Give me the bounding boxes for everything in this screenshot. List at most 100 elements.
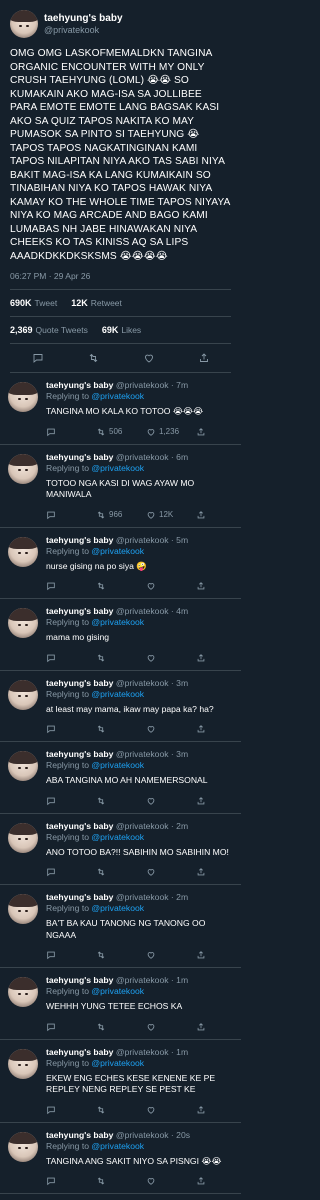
replying-to-link[interactable]: @privatekook	[91, 903, 144, 913]
retweet-button[interactable]	[96, 1105, 146, 1115]
share-button[interactable]	[196, 510, 209, 520]
reply-button[interactable]	[46, 724, 96, 734]
likes-stat[interactable]: 69K Likes	[102, 325, 141, 335]
reply-button[interactable]	[46, 1105, 96, 1115]
avatar[interactable]	[8, 453, 38, 484]
author-handle[interactable]: @privatekook	[116, 678, 169, 688]
retweets-stat[interactable]: 12K Retweet	[71, 298, 122, 308]
author-name[interactable]: taehyung's baby	[46, 678, 116, 688]
like-button[interactable]	[146, 581, 196, 591]
reply-button[interactable]	[46, 1022, 96, 1032]
reply-tweet[interactable]: taehyung's baby @privatekook · 3m Replyi…	[0, 742, 241, 814]
retweet-button[interactable]	[96, 796, 146, 806]
like-button[interactable]	[146, 1022, 196, 1032]
reply-button[interactable]	[46, 950, 96, 960]
reply-button[interactable]	[46, 581, 96, 591]
reply-button[interactable]	[46, 867, 96, 877]
author-name[interactable]: taehyung's baby	[46, 380, 116, 390]
reply-button[interactable]	[46, 427, 96, 437]
replying-to-link[interactable]: @privatekook	[91, 391, 144, 401]
replying-to-link[interactable]: @privatekook	[91, 1141, 144, 1151]
author-name[interactable]: taehyung's baby	[46, 1130, 116, 1140]
avatar[interactable]	[8, 679, 38, 710]
author-handle[interactable]: @privatekook	[116, 975, 169, 985]
like-button[interactable]: 12K	[146, 510, 196, 520]
replying-to-link[interactable]: @privatekook	[91, 617, 144, 627]
share-button[interactable]	[196, 653, 209, 663]
reply-tweet[interactable]: taehyung's baby @privatekook · 5m Replyi…	[0, 528, 241, 599]
author-handle[interactable]: @privatekook	[116, 892, 169, 902]
quote-tweets-stat[interactable]: 2,369 Quote Tweets	[10, 325, 88, 335]
like-button[interactable]	[146, 724, 196, 734]
avatar[interactable]	[8, 1048, 38, 1079]
avatar[interactable]	[8, 977, 38, 1007]
avatar[interactable]	[8, 1131, 38, 1162]
reply-tweet[interactable]: taehyung's baby @privatekook · 2m Replyi…	[0, 814, 241, 885]
comment-icon[interactable]	[32, 352, 44, 364]
share-button[interactable]	[196, 1176, 209, 1186]
retweet-button[interactable]	[96, 581, 146, 591]
like-button[interactable]	[146, 1176, 196, 1186]
avatar[interactable]	[8, 751, 38, 781]
author-name[interactable]: taehyung's baby	[46, 975, 116, 985]
author-handle[interactable]: @privatekook	[116, 535, 169, 545]
retweet-icon[interactable]	[87, 352, 100, 364]
share-button[interactable]	[196, 581, 209, 591]
author-handle[interactable]: @privatekook	[116, 606, 169, 616]
reply-tweet[interactable]: taehyung's baby @privatekook · 20s Reply…	[0, 1123, 241, 1194]
reply-tweet[interactable]: taehyung's baby @privatekook · 6m Replyi…	[0, 445, 241, 528]
reply-tweet[interactable]: taehyung's baby @privatekook · 1m Replyi…	[0, 968, 241, 1040]
heart-icon[interactable]	[143, 352, 155, 364]
reply-tweet[interactable]: taehyung's baby @privatekook · 3m Replyi…	[0, 671, 241, 742]
reply-tweet[interactable]: taehyung's baby @privatekook · 2m Replyi…	[0, 885, 241, 968]
like-button[interactable]	[146, 867, 196, 877]
author-name[interactable]: taehyung's baby	[46, 535, 116, 545]
reply-tweet[interactable]: taehyung's baby @privatekook · 7m Replyi…	[0, 373, 241, 445]
retweet-button[interactable]	[96, 724, 146, 734]
retweet-button[interactable]	[96, 950, 146, 960]
share-button[interactable]	[196, 867, 209, 877]
author-name[interactable]: taehyung's baby	[46, 749, 116, 759]
author-name[interactable]: taehyung's baby	[46, 1047, 116, 1057]
author-handle[interactable]: @privatekook	[116, 749, 169, 759]
like-button[interactable]	[146, 653, 196, 663]
share-button[interactable]	[196, 1022, 209, 1032]
author-handle[interactable]: @privatekook	[116, 452, 169, 462]
share-icon[interactable]	[198, 352, 210, 364]
reply-button[interactable]	[46, 510, 96, 520]
retweet-button[interactable]	[96, 1176, 146, 1186]
author-name[interactable]: taehyung's baby	[46, 892, 116, 902]
author-handle[interactable]: @privatekook	[116, 380, 169, 390]
share-button[interactable]	[196, 796, 209, 806]
avatar[interactable]	[8, 382, 38, 412]
retweet-button[interactable]	[96, 653, 146, 663]
share-button[interactable]	[196, 427, 209, 437]
like-button[interactable]: 1,236	[146, 427, 196, 437]
retweet-button[interactable]: 506	[96, 427, 146, 437]
replying-to-link[interactable]: @privatekook	[91, 546, 144, 556]
author-name[interactable]: taehyung's baby	[44, 13, 123, 25]
author-name[interactable]: taehyung's baby	[46, 821, 116, 831]
reply-button[interactable]	[46, 796, 96, 806]
like-button[interactable]	[146, 796, 196, 806]
replying-to-link[interactable]: @privatekook	[91, 689, 144, 699]
author-handle[interactable]: @privatekook	[116, 821, 169, 831]
reply-button[interactable]	[46, 1176, 96, 1186]
author-handle[interactable]: @privatekook	[116, 1130, 169, 1140]
replying-to-link[interactable]: @privatekook	[91, 760, 144, 770]
retweet-button[interactable]: 966	[96, 510, 146, 520]
like-button[interactable]	[146, 950, 196, 960]
replying-to-link[interactable]: @privatekook	[91, 463, 144, 473]
reply-tweet[interactable]: taehyung's baby @privatekook · 1m Replyi…	[0, 1040, 241, 1123]
retweet-button[interactable]	[96, 1022, 146, 1032]
retweets-stat[interactable]: 690K Tweet	[10, 298, 57, 308]
author-name[interactable]: taehyung's baby	[46, 606, 116, 616]
replying-to-link[interactable]: @privatekook	[91, 986, 144, 996]
reply-button[interactable]	[46, 653, 96, 663]
avatar[interactable]	[10, 10, 38, 38]
avatar[interactable]	[8, 894, 38, 924]
avatar[interactable]	[8, 536, 38, 567]
tweet-timestamp[interactable]: 06:27 PM · 29 Apr 26	[10, 271, 231, 281]
avatar[interactable]	[8, 608, 38, 638]
share-button[interactable]	[196, 950, 209, 960]
